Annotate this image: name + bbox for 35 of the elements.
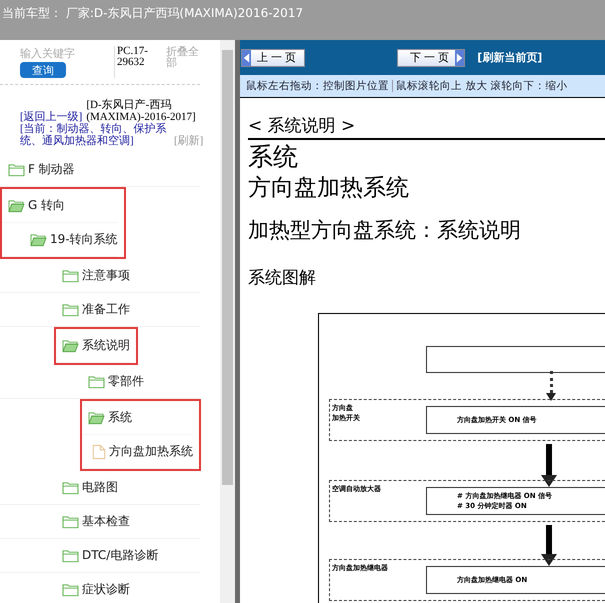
hint-text: 鼠标左右拖动：控制图片位置 (246, 79, 389, 93)
tree-item[interactable]: 系统说明 (62, 337, 130, 354)
code-text: PC.17-29632 (114, 46, 162, 78)
tree-item[interactable]: 症状诊断 (62, 581, 130, 598)
flow-arrow (541, 525, 557, 566)
page-subtitle: 方向盘加热系统 (248, 174, 410, 203)
tree-item[interactable]: 基本检查 (62, 513, 130, 530)
tree-item[interactable]: 准备工作 (62, 301, 130, 318)
splitter[interactable] (235, 40, 240, 603)
diagram-title: 系统图解 (248, 267, 317, 289)
previous-page-button[interactable]: 上 一 页 (241, 48, 306, 66)
back-link[interactable]: [返回上一级] (20, 111, 82, 123)
dotted-arrow (546, 371, 556, 401)
scrollbar[interactable] (220, 40, 235, 603)
page-title: 系统 (248, 142, 299, 172)
tree-item[interactable]: G 转向 (8, 197, 66, 214)
refresh-page-link[interactable]: [刷新当前页] (477, 50, 542, 65)
tree-item[interactable]: DTC/电路诊断 (62, 547, 158, 564)
tree-item[interactable]: 注意事项 (62, 267, 130, 284)
tree-item[interactable]: 电路图 (62, 479, 118, 496)
model-path-text: [D-东风日产-西玛(MAXIMA)-2016-2017] (86, 99, 197, 123)
search-button[interactable]: 查询 (20, 62, 66, 78)
tree-item[interactable]: 方向盘加热系统 (92, 443, 193, 460)
vehicle-title: 当前车型： 厂家:D-东风日产西玛(MAXIMA)2016-2017 (2, 6, 304, 20)
section-heading: < 系统说明 > (248, 115, 356, 137)
current-category-link[interactable]: [当前：制动器、转向、保护系统、通风加热器和空调] (20, 123, 170, 147)
tree-item[interactable]: 系统 (88, 409, 132, 426)
section-title: 加热型方向盘系统：系统说明 (248, 217, 522, 244)
next-page-button[interactable]: 下 一 页 (397, 48, 466, 66)
tree-item[interactable]: 零部件 (88, 373, 144, 390)
document-icon (92, 444, 106, 460)
tree-item[interactable]: F 制动器 (8, 161, 75, 178)
hint-text: 鼠标滚轮向上 放大 滚轮向下：缩小 (396, 79, 568, 93)
tree-item[interactable]: 19-转向系统 (30, 231, 118, 248)
flow-arrow (541, 444, 557, 487)
